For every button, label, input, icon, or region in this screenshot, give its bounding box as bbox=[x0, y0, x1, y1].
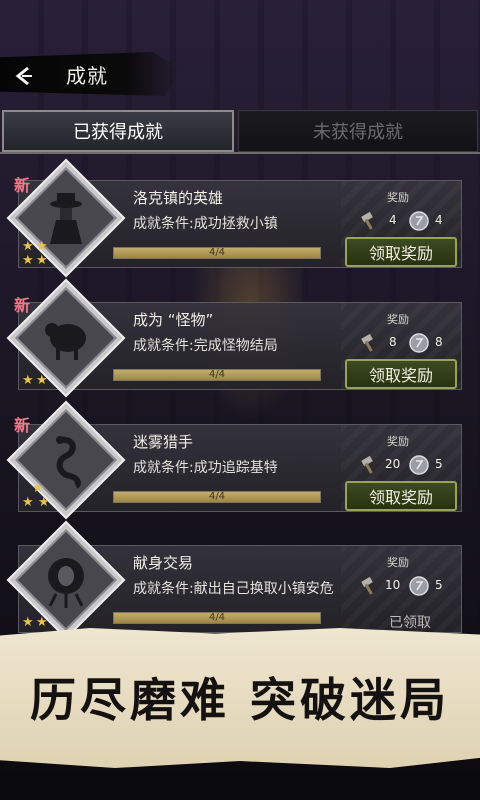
reward-coin-count: 4 bbox=[435, 213, 443, 227]
coin-icon bbox=[409, 211, 429, 231]
serpent-icon bbox=[56, 436, 81, 489]
achievement-condition: 成就条件:献出自己换取小镇安危 bbox=[133, 581, 334, 597]
header: 成就 bbox=[0, 46, 190, 100]
hammer-icon bbox=[361, 211, 373, 230]
achievement-name: 洛克镇的英雄 bbox=[133, 189, 224, 207]
star-icon: ★ bbox=[36, 253, 48, 268]
claim-reward-button[interactable]: 领取奖励 bbox=[345, 359, 457, 389]
progress-bar: 4/4 bbox=[113, 247, 321, 259]
coin-icon bbox=[409, 333, 429, 353]
star-icon: ★ bbox=[22, 373, 34, 388]
banner-slogan: 历尽磨难 突破迷局 bbox=[29, 673, 450, 727]
reward-hammer-count: 10 bbox=[385, 578, 401, 592]
hammer-icon bbox=[361, 333, 373, 352]
page-title: 成就 bbox=[66, 64, 108, 88]
progress-text: 4/4 bbox=[208, 491, 226, 502]
achievement-name: 献身交易 bbox=[133, 554, 194, 572]
star-icon: ★ bbox=[22, 253, 34, 268]
achievement-condition: 成就条件:成功追踪基特 bbox=[133, 460, 278, 476]
claim-reward-button[interactable]: 领取奖励 bbox=[345, 481, 457, 511]
star-icon: ★ bbox=[32, 481, 44, 496]
achievement-condition: 成就条件:成功拯救小镇 bbox=[133, 216, 278, 232]
coin-icon bbox=[409, 455, 429, 475]
hammer-icon bbox=[361, 455, 373, 474]
bottom-edge bbox=[0, 770, 480, 800]
reward-label: 奖励 bbox=[387, 435, 409, 448]
tab-divider bbox=[0, 152, 480, 154]
reward-label: 奖励 bbox=[387, 556, 409, 569]
reward-hammer-count: 20 bbox=[385, 457, 401, 471]
reward-label: 奖励 bbox=[387, 191, 409, 204]
progress-bar: 4/4 bbox=[113, 369, 321, 381]
hammer-icon bbox=[361, 576, 373, 595]
star-icon: ★ bbox=[36, 239, 48, 254]
achievement-condition: 成就条件:完成怪物结局 bbox=[133, 338, 278, 354]
claim-reward-button[interactable]: 领取奖励 bbox=[345, 237, 457, 267]
progress-text: 4/4 bbox=[208, 247, 226, 258]
tab-not-earned[interactable]: 未获得成就 bbox=[238, 110, 478, 152]
star-icon: ★ bbox=[22, 495, 34, 510]
monster-icon bbox=[45, 323, 86, 360]
reward-coin-count: 5 bbox=[435, 578, 443, 592]
achievement-name: 成为 “怪物” bbox=[133, 311, 214, 329]
progress-text: 4/4 bbox=[208, 612, 226, 623]
tree-creature-icon bbox=[48, 558, 84, 608]
coin-icon bbox=[409, 576, 429, 596]
reward-coin-count: 5 bbox=[435, 457, 443, 471]
tab-earned[interactable]: 已获得成就 bbox=[2, 110, 234, 152]
tab-bar: 已获得成就 未获得成就 bbox=[0, 110, 480, 154]
reward-hammer-count: 8 bbox=[389, 335, 397, 349]
reward-coin-count: 8 bbox=[435, 335, 443, 349]
reward-label: 奖励 bbox=[387, 313, 409, 326]
reward-hammer-count: 4 bbox=[389, 213, 397, 227]
progress-text: 4/4 bbox=[208, 369, 226, 380]
back-arrow-icon bbox=[15, 66, 32, 86]
back-button[interactable] bbox=[10, 62, 38, 90]
star-icon: ★ bbox=[36, 373, 48, 388]
progress-bar: 4/4 bbox=[113, 491, 321, 503]
progress-bar: 4/4 bbox=[113, 612, 321, 624]
star-icon: ★ bbox=[38, 495, 50, 510]
star-icon: ★ bbox=[22, 239, 34, 254]
achievement-name: 迷雾猎手 bbox=[133, 433, 194, 451]
